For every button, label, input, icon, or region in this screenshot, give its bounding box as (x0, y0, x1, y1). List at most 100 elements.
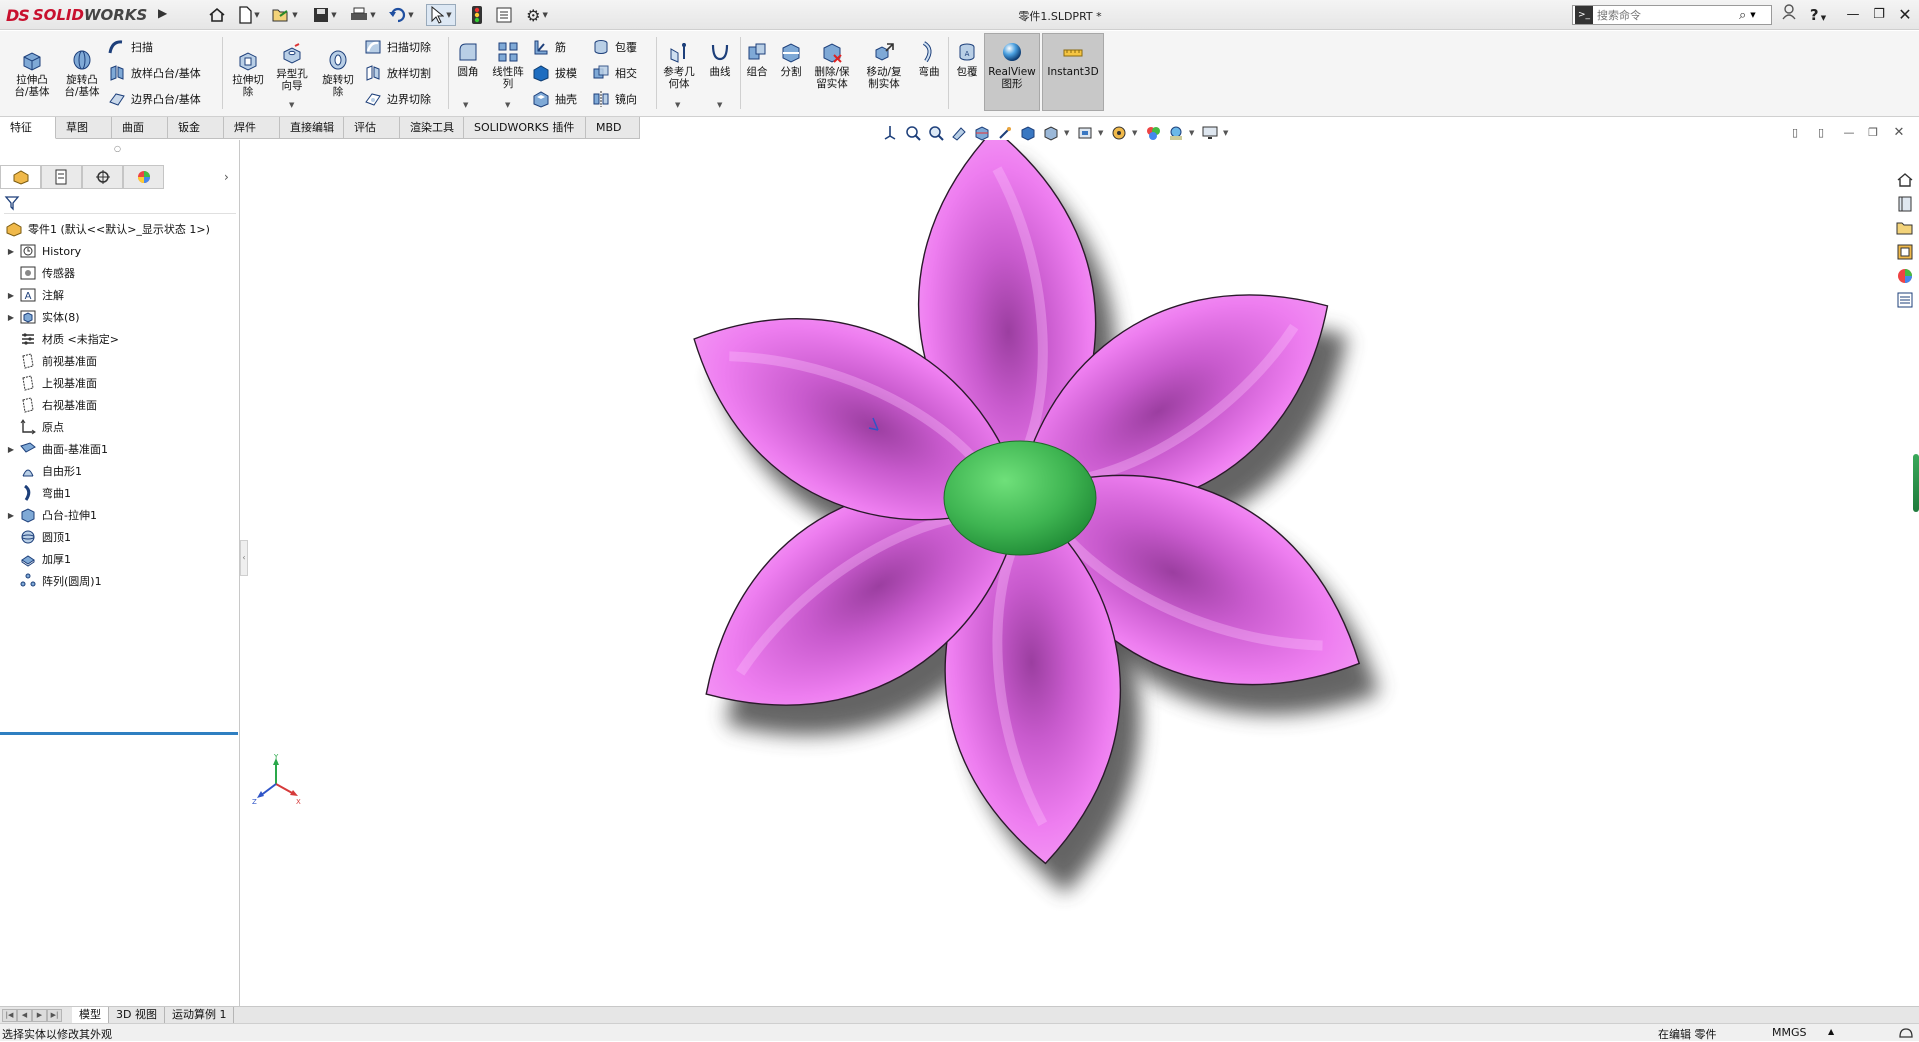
wrap-large-button[interactable]: A 包覆 (950, 41, 984, 78)
last-tab-icon[interactable]: ▶| (47, 1009, 62, 1022)
expand-arrow-icon[interactable]: ▶ (4, 313, 18, 322)
tab-3d-view[interactable]: 3D 视图 (109, 1007, 165, 1024)
search-command-box[interactable]: >_ ⌕ ▼ (1572, 5, 1772, 25)
tab-sheet-metal[interactable]: 钣金 (168, 117, 224, 139)
loft-boss-button[interactable]: 放样凸台/基体 (108, 63, 201, 83)
instant3d-button[interactable]: Instant3D (1042, 41, 1104, 78)
panel-expand-icon[interactable]: › (224, 170, 229, 184)
save-button[interactable]: ▼ (310, 4, 340, 26)
revolve-cut-button[interactable]: 旋转切 除 (316, 49, 360, 98)
select-button[interactable]: ▼ (426, 4, 456, 26)
tree-item[interactable]: 右视基准面 (0, 394, 240, 416)
tree-filter[interactable] (4, 192, 236, 214)
reference-geometry-button[interactable]: 参考几 何体 (658, 41, 700, 90)
flower-model[interactable] (248, 140, 1888, 1006)
intersect-button[interactable]: 相交 (592, 63, 637, 83)
open-document-button[interactable]: ▼ (270, 4, 300, 26)
tree-item[interactable]: ▶ A 注解 (0, 284, 240, 306)
task-pane-scroll-indicator[interactable] (1913, 454, 1919, 512)
reference-geometry-dropdown-icon[interactable]: ▼ (675, 101, 680, 109)
tab-sketch[interactable]: 草图 (56, 117, 112, 139)
extrude-cut-button[interactable]: 拉伸切 除 (226, 49, 270, 98)
delete-keep-body-button[interactable]: 删除/保 留实体 (810, 41, 854, 90)
tab-solidworks-addins[interactable]: SOLIDWORKS 插件 (464, 117, 586, 139)
sweep-button[interactable]: 扫描 (108, 37, 153, 57)
tab-weldments[interactable]: 焊件 (224, 117, 280, 139)
tree-item[interactable]: 弯曲1 (0, 482, 240, 504)
tree-item[interactable]: 原点 (0, 416, 240, 438)
tree-item[interactable]: 圆顶1 (0, 526, 240, 548)
tab-configurationmanager[interactable] (82, 165, 123, 189)
search-dropdown-icon[interactable]: ▼ (1750, 11, 1755, 19)
display-style-dropdown-icon[interactable]: ▼ (1064, 129, 1072, 137)
panel-grip-icon[interactable]: ○ (114, 144, 121, 153)
tab-render-tools[interactable]: 渲染工具 (400, 117, 464, 139)
tree-item[interactable]: ▶ 曲面-基准面1 (0, 438, 240, 460)
realview-graphics-button[interactable]: RealView 图形 (984, 41, 1040, 90)
expand-arrow-icon[interactable]: ▶ (4, 247, 18, 256)
expand-arrow-icon[interactable]: ▶ (4, 291, 18, 300)
next-tab-icon[interactable]: ▶ (32, 1009, 47, 1022)
menu-expand-arrow-icon[interactable]: ▶ (158, 6, 172, 24)
status-units[interactable]: MMGS (1772, 1026, 1807, 1039)
design-library-icon[interactable] (1893, 192, 1917, 216)
hole-wizard-button[interactable]: 异型孔 向导 (270, 43, 314, 92)
panel-splitter[interactable]: ‹ (240, 540, 248, 576)
undo-button[interactable]: ▼ (386, 4, 416, 26)
rebuild-traffic-light-icon[interactable] (470, 4, 484, 26)
tab-evaluate[interactable]: 评估 (344, 117, 400, 139)
appearances-scenes-icon[interactable] (1893, 264, 1917, 288)
boundary-boss-button[interactable]: 边界凸台/基体 (108, 89, 201, 109)
tree-item[interactable]: ▶ 凸台-拉伸1 (0, 504, 240, 526)
close-icon[interactable]: ✕ (1894, 4, 1916, 26)
tree-item[interactable]: 阵列(圆周)1 (0, 570, 240, 592)
edit-appearance-dropdown-icon[interactable]: ▼ (1132, 129, 1140, 137)
custom-properties-icon[interactable] (1893, 288, 1917, 312)
tab-model[interactable]: 模型 (72, 1007, 109, 1024)
view-setting-dropdown-icon[interactable]: ▼ (1223, 129, 1231, 137)
new-document-button[interactable]: ▼ (234, 4, 264, 26)
graphics-area[interactable]: Y X Z (248, 140, 1888, 1006)
tab-features[interactable]: 特征 (0, 117, 56, 139)
expand-arrow-icon[interactable]: ▶ (4, 511, 18, 520)
tree-item[interactable]: 传感器 (0, 262, 240, 284)
split-button[interactable]: 分割 (774, 41, 808, 78)
move-copy-body-button[interactable]: 移动/复 制实体 (862, 41, 906, 90)
previous-tab-icon[interactable]: ◀ (17, 1009, 32, 1022)
tree-item[interactable]: 自由形1 (0, 460, 240, 482)
help-button[interactable]: ? ▼ (1802, 4, 1834, 26)
minimize-icon[interactable]: — (1842, 4, 1864, 26)
search-icon[interactable]: ⌕ (1739, 8, 1746, 23)
tab-surfaces[interactable]: 曲面 (112, 117, 168, 139)
expand-arrow-icon[interactable]: ▶ (4, 445, 18, 454)
flower-center[interactable] (943, 440, 1097, 556)
tab-motion-study[interactable]: 运动算例 1 (164, 1007, 235, 1024)
boundary-cut-button[interactable]: 边界切除 (364, 89, 431, 109)
linear-pattern-button[interactable]: 线性阵 列 (488, 41, 528, 90)
scene-dropdown-icon[interactable]: ▼ (1189, 129, 1197, 137)
search-input[interactable] (1597, 8, 1737, 22)
units-dropdown-icon[interactable]: ▲ (1828, 1027, 1834, 1036)
fillet-dropdown-icon[interactable]: ▼ (463, 101, 468, 109)
user-icon[interactable] (1778, 4, 1800, 26)
tab-featuremanager[interactable] (0, 165, 41, 189)
revolve-boss-button[interactable]: 旋转凸 台/基体 (60, 49, 104, 98)
solidworks-logo[interactable]: DS SOLIDWORKS (6, 3, 156, 27)
wrap-button[interactable]: 包覆 (592, 37, 637, 57)
restore-icon[interactable]: ❐ (1868, 4, 1890, 26)
status-notification-icon[interactable] (1898, 1025, 1914, 1041)
tab-direct-editing[interactable]: 直接编辑 (280, 117, 344, 139)
linear-pattern-dropdown-icon[interactable]: ▼ (505, 101, 510, 109)
rollback-bar[interactable] (0, 732, 238, 735)
options-button[interactable]: ⚙ ▼ (520, 4, 554, 26)
flex-button[interactable]: 弯曲 (912, 41, 946, 78)
tree-item[interactable]: ▶ 实体(8) (0, 306, 240, 328)
file-explorer-icon[interactable] (1893, 216, 1917, 240)
view-palette-icon[interactable] (1893, 240, 1917, 264)
tree-item[interactable]: 材质 <未指定> (0, 328, 240, 350)
tree-item[interactable]: 上视基准面 (0, 372, 240, 394)
tree-item[interactable]: ▶ History (0, 240, 240, 262)
tree-item[interactable]: 前视基准面 (0, 350, 240, 372)
tree-root-part[interactable]: 零件1 (默认<<默认>_显示状态 1>) (0, 218, 240, 240)
tab-displaymanager[interactable] (123, 165, 164, 189)
